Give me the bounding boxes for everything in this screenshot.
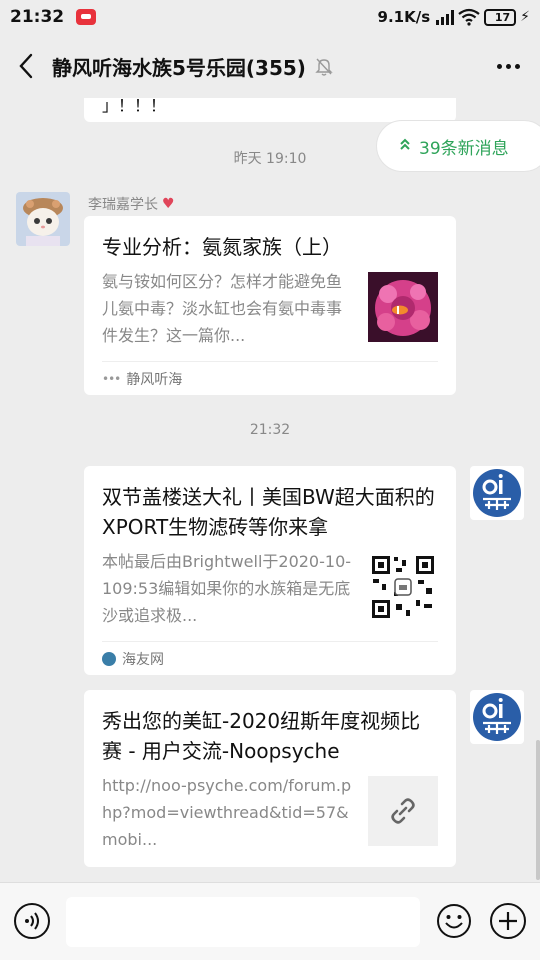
battery-icon: 17 xyxy=(484,8,517,26)
link-card[interactable]: 专业分析：氨氮家族（上） 氨与铵如何区分？怎样才能避免鱼儿氨中毒？淡水缸也会有氨… xyxy=(84,216,456,395)
bell-off-icon xyxy=(315,58,333,76)
status-time: 21:32 xyxy=(10,7,65,27)
ellipsis-icon xyxy=(496,63,502,69)
status-indicators: 9.1K/s 17 ⚡ xyxy=(378,8,530,26)
sender-name-label: 李瑞嘉学长 xyxy=(88,197,158,213)
wifi-icon xyxy=(458,8,480,26)
avatar[interactable] xyxy=(470,690,524,744)
message-input[interactable] xyxy=(66,897,420,947)
chat-header: 静风听海水族5号乐园(355) xyxy=(0,34,540,98)
notification-icon xyxy=(76,9,97,25)
more-functions-button[interactable] xyxy=(490,903,526,939)
previous-message-bubble[interactable]: 」！！！ xyxy=(84,98,456,122)
new-messages-label: 39条新消息 xyxy=(419,138,509,159)
link-card[interactable]: 秀出您的美缸-2020纽斯年度视频比赛 - 用户交流-Noopsyche htt… xyxy=(84,690,456,867)
card-title: 双节盖楼送大礼丨美国BW超大面积的XPORT生物滤砖等你来拿 xyxy=(102,485,435,539)
back-button[interactable] xyxy=(0,34,52,98)
card-source: ••• 静风听海 xyxy=(102,361,438,395)
link-card[interactable]: 双节盖楼送大礼丨美国BW超大面积的XPORT生物滤砖等你来拿 本帖最后由Brig… xyxy=(84,466,456,675)
previous-message-text: 」！！！ xyxy=(102,98,167,115)
status-bar: 21:32 9.1K/s 17 ⚡ xyxy=(0,0,540,34)
chat-message-list[interactable]: 」！！！ 昨天 19:10 39条新消息 李瑞嘉学长 ♥ 专业分析：氨氮家族（上… xyxy=(0,98,540,882)
voice-icon xyxy=(25,912,39,930)
signal-icon xyxy=(436,9,455,25)
card-description: 本帖最后由Brightwell于2020-10-109:53编辑如果你的水族箱是… xyxy=(102,552,352,625)
heart-icon: ♥ xyxy=(162,196,175,212)
cat-avatar-icon xyxy=(16,192,70,246)
input-bar xyxy=(0,882,540,960)
timestamp: 21:32 xyxy=(249,422,291,438)
emoji-button[interactable] xyxy=(436,903,472,939)
scrollbar[interactable] xyxy=(536,740,540,880)
chat-title: 静风听海水族5号乐园(355) xyxy=(52,55,306,80)
card-source-label: 海友网 xyxy=(122,651,164,668)
card-title: 秀出您的美缸-2020纽斯年度视频比赛 - 用户交流-Noopsyche xyxy=(102,709,421,763)
site-logo-icon xyxy=(102,651,116,666)
card-source-label: 静风听海 xyxy=(126,371,183,388)
card-title: 专业分析：氨氮家族（上） xyxy=(102,235,342,259)
card-description: http://noo-psyche.com/forum.php?mod=view… xyxy=(102,776,352,849)
qr-code-thumbnail-icon xyxy=(368,552,438,622)
link-thumbnail xyxy=(368,776,438,846)
coral-thumbnail-icon xyxy=(368,272,438,342)
card-source: 海友网 xyxy=(102,641,438,675)
sender-name: 李瑞嘉学长 ♥ xyxy=(88,194,175,214)
chevron-left-icon xyxy=(19,53,33,79)
double-chevron-up-icon xyxy=(399,137,411,155)
avatar[interactable] xyxy=(16,192,70,246)
more-options-button[interactable] xyxy=(476,34,540,98)
plus-icon xyxy=(499,912,517,930)
emoji-icon xyxy=(437,904,471,938)
official-account-icon: ••• xyxy=(102,371,121,386)
voice-button[interactable] xyxy=(14,903,50,939)
card-description: 氨与铵如何区分？怎样才能避免鱼儿氨中毒？淡水缸也会有氨中毒事件发生？这一篇你..… xyxy=(102,272,343,345)
new-messages-button[interactable]: 39条新消息 xyxy=(376,120,540,172)
ai-logo-icon xyxy=(473,469,521,517)
avatar[interactable] xyxy=(470,466,524,520)
network-speed: 9.1K/s xyxy=(377,8,431,26)
link-icon xyxy=(391,798,415,824)
ai-logo-icon xyxy=(473,693,521,741)
charging-icon: ⚡ xyxy=(520,9,530,25)
battery-level: 17 xyxy=(494,10,511,24)
